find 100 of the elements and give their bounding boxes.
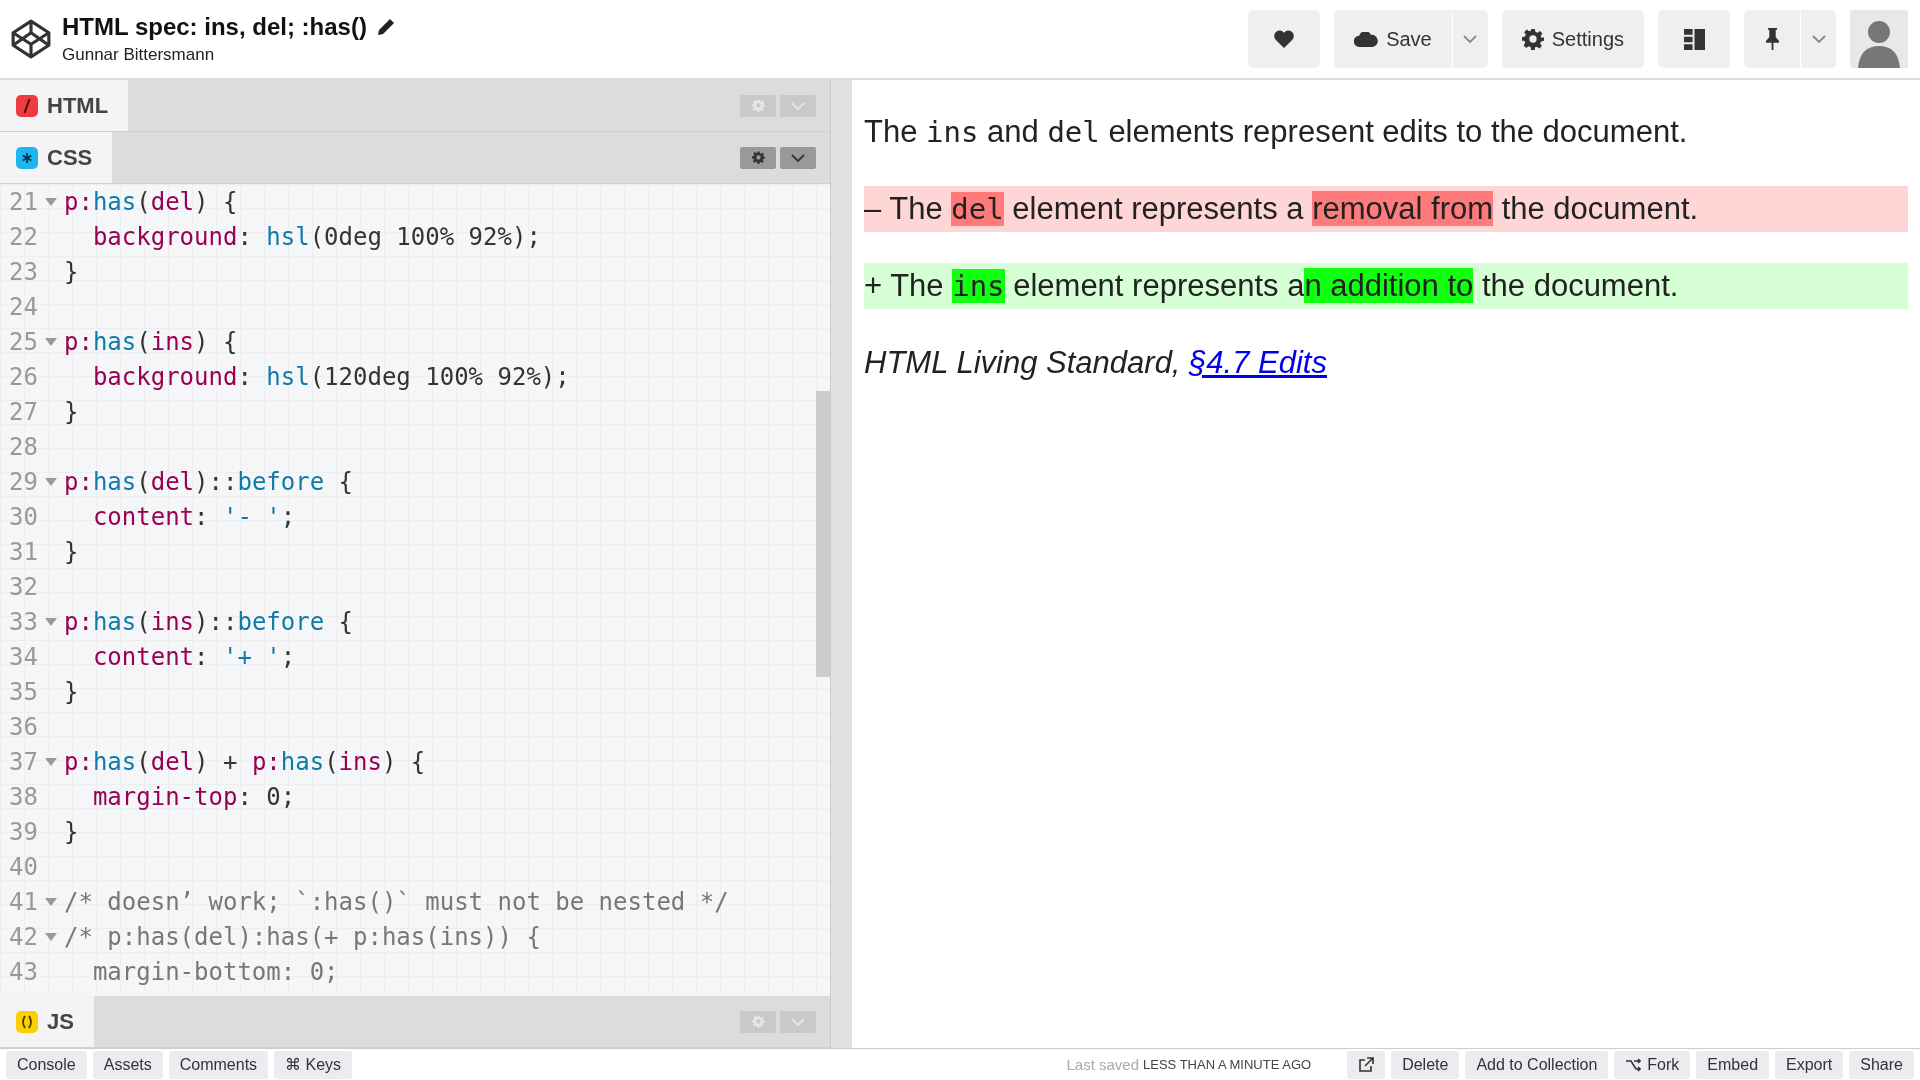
fold-arrow-icon[interactable] <box>45 897 57 906</box>
code-line: } <box>64 677 79 706</box>
code-line: p:has(del) { <box>64 187 238 216</box>
code-line: } <box>64 397 79 426</box>
editor-tab[interactable]: HTML <box>0 80 129 131</box>
cube-logo-icon[interactable] <box>10 18 52 60</box>
heart-icon <box>1273 29 1296 49</box>
chevron-icon <box>1811 35 1826 43</box>
pin-button[interactable] <box>1744 10 1800 68</box>
line-number: 27 <box>8 397 38 426</box>
line-number: 22 <box>8 222 38 251</box>
save-button[interactable]: Save <box>1334 10 1452 68</box>
last-saved-label: Last saved <box>1066 1056 1140 1073</box>
footer-button[interactable]: Assets <box>92 1050 163 1079</box>
html-icon <box>16 94 38 117</box>
code-line: p:has(del) + p:has(ins) { <box>64 747 426 776</box>
line-number: 32 <box>8 572 38 601</box>
code-line: /* doesn’ work; `:has()` must not be nested */ <box>64 887 729 916</box>
footer-button[interactable]: Add to Collection <box>1465 1050 1609 1079</box>
layout-button[interactable] <box>1658 10 1730 68</box>
code-line: background: hsl(120deg 100% 92%); <box>91 362 570 391</box>
line-number: 42 <box>8 922 38 951</box>
pencil-icon[interactable] <box>376 18 395 36</box>
open-external-button[interactable] <box>1347 1050 1386 1079</box>
gear-icon <box>1521 28 1544 50</box>
footer-button[interactable]: Delete <box>1391 1050 1460 1079</box>
footer-button[interactable]: Comments <box>168 1050 269 1079</box>
cloud-icon <box>1354 31 1379 47</box>
code-line: background: hsl(0deg 100% 92%); <box>91 222 541 251</box>
line-number: 40 <box>8 852 38 881</box>
fold-arrow-icon[interactable] <box>45 477 57 486</box>
editor-tab[interactable]: CSS <box>0 132 113 183</box>
line-number: 30 <box>8 502 38 531</box>
css-icon <box>16 146 38 169</box>
line-number: 31 <box>8 537 38 566</box>
fold-arrow-icon[interactable] <box>45 932 57 941</box>
line-number: 29 <box>8 467 38 496</box>
fork-button[interactable]: Fork <box>1614 1050 1691 1079</box>
footer-button[interactable]: ⌘ Keys <box>274 1050 353 1079</box>
footer-button[interactable]: Embed <box>1696 1050 1770 1079</box>
code-line: margin-top: 0; <box>91 782 296 811</box>
code-line: p:has(ins)::before { <box>64 607 354 636</box>
code-editor[interactable] <box>0 184 830 996</box>
preview-paragraph: The ins and del elements represent edits to the document. <box>864 113 1689 151</box>
last-saved-time: LESS THAN A MINUTE AGO <box>1143 1057 1312 1072</box>
settings-button[interactable]: Settings <box>1501 10 1644 68</box>
fold-arrow-icon[interactable] <box>45 197 57 206</box>
panel-collapse-button[interactable] <box>780 146 816 169</box>
footer-button[interactable]: Console <box>6 1050 87 1079</box>
line-number: 34 <box>8 642 38 671</box>
line-number: 37 <box>8 747 38 776</box>
chevron-icon <box>791 153 805 162</box>
code-line: content: '- '; <box>91 502 296 531</box>
gear-icon <box>751 1015 765 1028</box>
scrollbar[interactable] <box>816 391 830 677</box>
panel-settings-button[interactable] <box>740 146 776 169</box>
footer-button[interactable]: Share <box>1849 1050 1914 1079</box>
external-link-icon <box>1358 1056 1375 1073</box>
editor-tab[interactable]: JS <box>0 996 94 1047</box>
author-name[interactable]: Gunnar Bittersmann <box>62 45 1235 65</box>
line-number: 35 <box>8 677 38 706</box>
line-number: 25 <box>8 327 38 356</box>
code-line: } <box>64 817 79 846</box>
line-number: 39 <box>8 817 38 846</box>
line-number: 23 <box>8 257 38 286</box>
code-line: margin-bottom: 0; <box>91 957 339 986</box>
preview-paragraph: + The ins element represents an addition to the document. <box>864 263 1908 309</box>
line-number: 21 <box>8 187 38 216</box>
code-line: p:has(ins) { <box>64 327 238 356</box>
pin-icon <box>1764 28 1780 50</box>
code-line: } <box>64 537 79 566</box>
line-number: 38 <box>8 782 38 811</box>
code-line: p:has(del)::before { <box>64 467 354 496</box>
code-line: content: '+ '; <box>91 642 296 671</box>
line-number: 26 <box>8 362 38 391</box>
fork-icon <box>1625 1056 1642 1073</box>
resize-handle[interactable] <box>830 80 852 1048</box>
fold-arrow-icon[interactable] <box>45 757 57 766</box>
fold-arrow-icon[interactable] <box>45 337 57 346</box>
layout-icon <box>1683 28 1705 50</box>
line-number: 41 <box>8 887 38 916</box>
line-number: 33 <box>8 607 38 636</box>
heart-button[interactable] <box>1248 10 1321 68</box>
chevron-icon <box>1463 35 1478 43</box>
code-line: } <box>64 257 79 286</box>
line-number: 24 <box>8 292 38 321</box>
preview-paragraph: HTML Living Standard, §4.7 Edits <box>864 344 1328 382</box>
avatar[interactable] <box>1850 10 1908 68</box>
fold-arrow-icon[interactable] <box>45 617 57 626</box>
chevron-icon <box>791 101 805 110</box>
line-number: 28 <box>8 432 38 461</box>
spec-link[interactable]: §4.7 Edits <box>1189 345 1327 380</box>
gear-icon <box>751 99 765 112</box>
line-number: 43 <box>8 957 38 986</box>
code-line: /* p:has(del):has(+ p:has(ins)) { <box>64 922 541 951</box>
footer-button[interactable]: Export <box>1775 1050 1844 1079</box>
pen-title: HTML spec: ins, del; :has() <box>62 13 367 41</box>
preview-paragraph: – The del element represents a removal from the document. <box>864 186 1908 232</box>
chevron-icon <box>791 1017 805 1026</box>
js-icon <box>16 1010 38 1033</box>
